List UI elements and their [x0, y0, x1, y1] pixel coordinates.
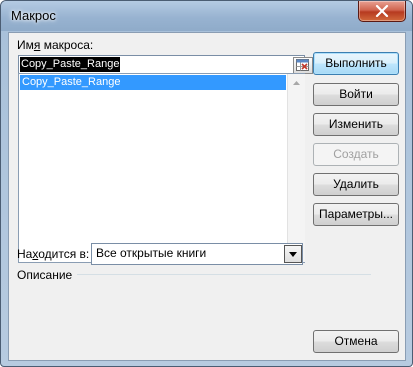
location-select[interactable]: Все открытые книги — [91, 243, 303, 265]
list-item[interactable]: Copy_Paste_Range — [20, 75, 286, 90]
macro-name-label: Имя макроса: — [17, 38, 94, 52]
options-button[interactable]: Параметры... — [313, 203, 399, 226]
step-into-button[interactable]: Войти — [313, 83, 399, 106]
range-picker-icon — [296, 59, 309, 71]
window-title: Макрос — [11, 8, 56, 23]
dialog-body: Имя макроса: Copy_Paste_Range Copy_Paste… — [8, 32, 406, 361]
edit-button[interactable]: Изменить — [313, 113, 399, 136]
macro-dialog: Макрос Имя макроса: Copy_Paste_Range Cop… — [0, 0, 413, 367]
macro-name-input[interactable]: Copy_Paste_Range — [18, 55, 313, 75]
close-button[interactable] — [358, 1, 406, 22]
location-label: Находится в: — [17, 247, 90, 261]
macro-list[interactable]: Copy_Paste_Range — [18, 73, 305, 263]
range-picker-button[interactable] — [293, 57, 313, 74]
create-button[interactable]: Создать — [313, 143, 399, 166]
close-icon — [375, 5, 389, 17]
run-button[interactable]: Выполнить — [313, 52, 399, 75]
title-bar[interactable]: Макрос — [1, 1, 412, 31]
chevron-down-icon — [289, 251, 297, 257]
list-scrollbar[interactable] — [287, 74, 305, 262]
cancel-button[interactable]: Отмена — [313, 330, 399, 353]
description-divider — [77, 274, 371, 275]
chevron-up-icon — [293, 80, 300, 85]
scroll-up-button[interactable] — [288, 74, 305, 91]
macro-name-value: Copy_Paste_Range — [20, 57, 121, 72]
location-dropdown-button[interactable] — [284, 245, 302, 263]
delete-button[interactable]: Удалить — [313, 173, 399, 196]
location-value: Все открытые книги — [96, 246, 207, 260]
description-label: Описание — [17, 268, 73, 282]
